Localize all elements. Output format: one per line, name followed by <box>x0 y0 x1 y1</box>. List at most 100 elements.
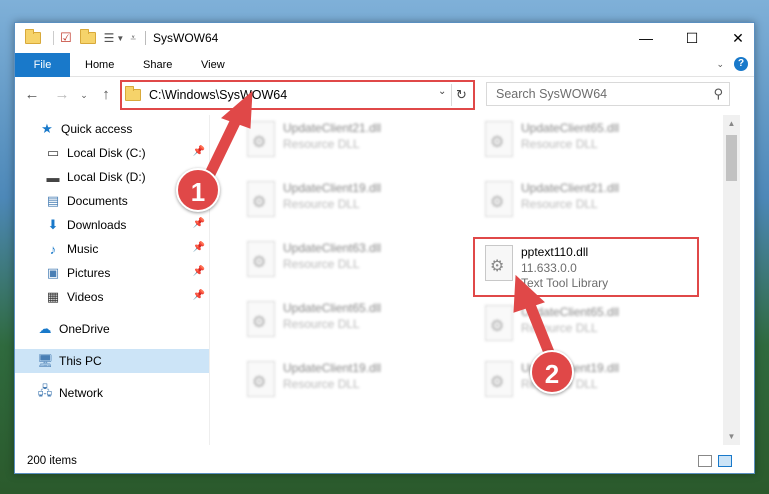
maximize-button[interactable]: ☐ <box>669 23 715 53</box>
dll-file-icon <box>247 121 275 157</box>
scroll-down-icon[interactable]: ▼ <box>723 428 740 445</box>
file-tile[interactable]: UpdateClient63.dll Resource DLL <box>215 235 441 285</box>
nav-item-label: Documents <box>67 194 128 208</box>
file-description: Resource DLL <box>283 317 360 331</box>
file-description: Resource DLL <box>521 197 598 211</box>
cloud-icon: ☁ <box>38 321 52 336</box>
help-icon[interactable]: ? <box>734 57 748 71</box>
pin-icon[interactable]: 📌 <box>193 218 205 229</box>
address-bar[interactable]: C:\Windows\SysWOW64 ⌄ ↻ <box>120 80 475 110</box>
file-description: Resource DLL <box>521 137 598 151</box>
nav-item-label: This PC <box>59 354 102 368</box>
nav-item-label: Pictures <box>67 266 111 280</box>
view-options-icon[interactable]: ☰ <box>104 31 115 45</box>
step-2-badge: 2 <box>530 350 574 394</box>
up-arrow-icon[interactable]: ↑ <box>97 86 115 103</box>
nav-item-this-pc[interactable]: 🖥 This PC <box>15 349 209 373</box>
address-path-text[interactable]: C:\Windows\SysWOW64 <box>149 88 287 102</box>
toolbar-divider <box>53 31 54 45</box>
file-name: UpdateClient21.dll <box>521 181 620 195</box>
scrollbar-thumb[interactable] <box>726 135 737 181</box>
file-description: Resource DLL <box>283 377 360 391</box>
close-button[interactable]: ✕ <box>715 23 761 53</box>
ribbon: File Home Share View ⌄ ? <box>15 53 754 77</box>
chevron-down-icon[interactable]: ⌄ <box>716 59 724 70</box>
file-name: UpdateClient65.dll <box>521 305 620 319</box>
dll-file-icon <box>247 361 275 397</box>
highlight-box <box>473 237 699 297</box>
pin-icon[interactable]: 📌 <box>193 146 205 157</box>
window-title: SysWOW64 <box>153 31 219 45</box>
star-icon: ★ <box>41 121 53 136</box>
nav-item-pictures[interactable]: ▣ Pictures 📌 <box>15 261 209 285</box>
chevron-down-icon[interactable]: ▼ <box>116 34 124 43</box>
nav-item-local-disk-c[interactable]: ▭ Local Disk (C:) 📌 <box>15 141 209 165</box>
file-tile[interactable]: UpdateClient65.dll Resource DLL <box>453 115 679 165</box>
file-tile[interactable]: UpdateClient65.dll Resource DLL <box>453 299 679 349</box>
file-name: UpdateClient21.dll <box>283 121 382 135</box>
pin-icon[interactable]: 📌 <box>193 242 205 253</box>
dll-file-icon <box>247 181 275 217</box>
vertical-scrollbar[interactable]: ▲ ▼ <box>723 115 740 445</box>
nav-item-network[interactable]: 🖧 Network <box>15 381 209 405</box>
file-description: Resource DLL <box>283 197 360 211</box>
tab-share[interactable]: Share <box>131 53 184 77</box>
refresh-icon[interactable]: ↻ <box>451 84 471 106</box>
chevron-down-icon[interactable]: ⌄ <box>438 86 446 97</box>
folder-icon <box>125 86 141 101</box>
step-1-badge: 1 <box>176 168 220 212</box>
dll-file-icon <box>485 181 513 217</box>
file-tile[interactable]: UpdateClient19.dll Resource DLL <box>215 175 441 225</box>
folder-icon <box>25 29 41 44</box>
nav-item-label: Local Disk (C:) <box>67 146 146 160</box>
nav-item-videos[interactable]: ▦ Videos 📌 <box>15 285 209 309</box>
documents-icon: ▤ <box>46 193 60 208</box>
file-name: UpdateClient65.dll <box>521 121 620 135</box>
nav-item-music[interactable]: ♪ Music 📌 <box>15 237 209 261</box>
drive-icon: ▬ <box>46 169 60 185</box>
navigation-pane: ★ Quick access ▭ Local Disk (C:) 📌 ▬ Loc… <box>15 115 209 445</box>
file-tile[interactable]: UpdateClient19.dll Resource DLL <box>215 355 441 405</box>
scroll-up-icon[interactable]: ▲ <box>723 115 740 132</box>
file-name: UpdateClient65.dll <box>283 301 382 315</box>
tab-file[interactable]: File <box>15 53 70 77</box>
nav-item-label: Downloads <box>67 218 127 232</box>
music-icon: ♪ <box>49 241 57 257</box>
new-folder-icon[interactable] <box>79 29 96 44</box>
nav-item-downloads[interactable]: ⬇ Downloads 📌 <box>15 213 209 237</box>
pin-icon[interactable]: 📌 <box>193 266 205 277</box>
customize-toolbar-icon[interactable]: ⩡ <box>130 33 136 44</box>
tab-view[interactable]: View <box>189 53 237 77</box>
search-input[interactable]: Search SysWOW64 ⚲ <box>486 82 730 106</box>
file-tile[interactable]: UpdateClient21.dll Resource DLL <box>215 115 441 165</box>
search-placeholder: Search SysWOW64 <box>496 87 608 101</box>
title-bar: ☑ ☰ ▼ ⩡ SysWOW64 — ☐ ✕ <box>15 23 754 53</box>
file-tile[interactable]: UpdateClient65.dll Resource DLL <box>215 295 441 345</box>
file-tile[interactable]: UpdateClient21.dll Resource DLL <box>453 175 679 225</box>
nav-item-quick-access[interactable]: ★ Quick access <box>15 117 209 141</box>
back-arrow-icon[interactable]: ← <box>23 86 41 103</box>
forward-arrow-icon[interactable]: → <box>53 86 71 103</box>
file-name: UpdateClient19.dll <box>283 361 382 375</box>
file-name: UpdateClient63.dll <box>283 241 382 255</box>
dll-file-icon <box>485 121 513 157</box>
dll-file-icon <box>247 301 275 337</box>
dll-file-icon <box>485 305 513 341</box>
videos-icon: ▦ <box>46 289 60 304</box>
network-icon: 🖧 <box>37 383 53 398</box>
quick-access-toolbar: ☑ ☰ ▼ ⩡ <box>25 29 136 47</box>
nav-item-onedrive[interactable]: ☁ OneDrive <box>15 317 209 341</box>
recent-locations-icon[interactable]: ⌄ <box>75 90 93 101</box>
tab-home[interactable]: Home <box>73 53 126 77</box>
explorer-window: ☑ ☰ ▼ ⩡ SysWOW64 — ☐ ✕ File Home Share V… <box>14 22 755 474</box>
minimize-button[interactable]: — <box>623 23 669 53</box>
nav-item-label: Network <box>59 386 104 400</box>
search-icon: ⚲ <box>713 86 723 101</box>
properties-icon[interactable]: ☑ <box>60 30 72 46</box>
tiles-view-icon[interactable] <box>718 455 732 467</box>
title-divider <box>145 31 146 45</box>
pin-icon[interactable]: 📌 <box>193 290 205 301</box>
details-view-icon[interactable] <box>698 455 712 467</box>
status-bar: 200 items <box>15 449 754 473</box>
dll-file-icon <box>485 361 513 397</box>
